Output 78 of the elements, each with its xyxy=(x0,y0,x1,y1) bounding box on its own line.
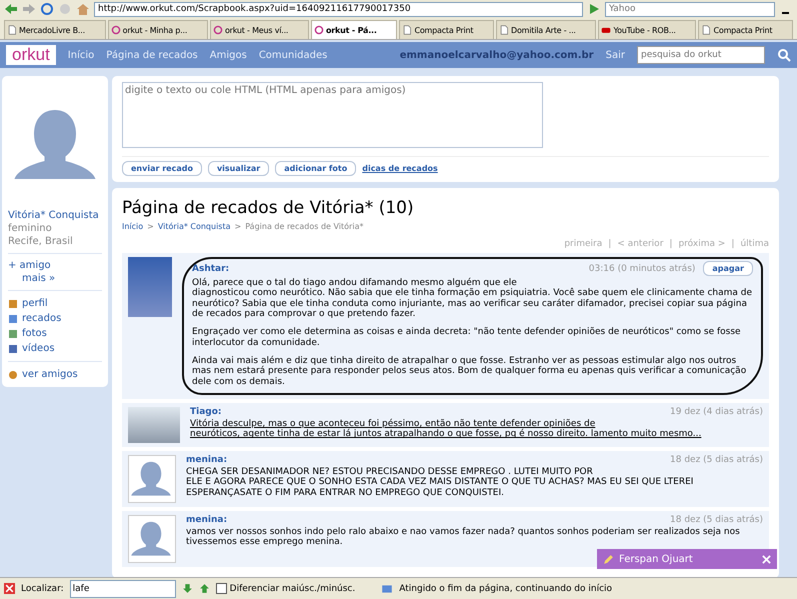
browser-tab[interactable]: orkut - Pá... xyxy=(311,20,398,39)
friends-link[interactable]: ver amigos xyxy=(22,369,78,380)
find-field[interactable]: lafe xyxy=(70,580,176,598)
page-icon xyxy=(7,25,17,35)
menu-link[interactable]: recados xyxy=(22,313,62,324)
message-text: Vitória desculpe, mas o que aconteceu foi péssimo, então não tente defender opiniões de neuróticos, agente tinha de estar lá juntos atrapalhando o que fosse, pq é nosso direito. lamento muito mesmo... xyxy=(190,419,702,440)
orkut-logo[interactable]: orkut xyxy=(6,45,56,65)
tips-link[interactable]: dicas de recados xyxy=(362,164,438,173)
breadcrumb-item[interactable]: Vitória* Conquista xyxy=(158,222,231,231)
pagination-separator: | xyxy=(608,239,612,249)
timestamp: 03:16 (0 minutos atrás) xyxy=(588,264,696,274)
close-icon[interactable] xyxy=(4,583,15,594)
ring-icon xyxy=(314,25,324,35)
forward-icon[interactable] xyxy=(22,2,36,16)
address-bar[interactable]: http://www.orkut.com/Scrapbook.aspx?uid=16409211617790017350 xyxy=(94,2,583,16)
pencil-icon xyxy=(603,554,614,564)
match-case-label[interactable]: Diferenciar maiúsc./minúsc. xyxy=(230,584,356,594)
composer-button[interactable]: visualizar xyxy=(208,161,270,176)
pagination-separator: | xyxy=(669,239,672,249)
author-link[interactable]: Ashtar: xyxy=(192,264,230,274)
browser-tab[interactable]: Compacta Print xyxy=(698,20,794,39)
avatar-picture xyxy=(128,257,172,317)
composer-button[interactable]: enviar recado xyxy=(122,161,202,176)
search-icon[interactable] xyxy=(777,48,791,62)
breadcrumb-item[interactable]: Início xyxy=(122,222,144,231)
home-icon[interactable] xyxy=(76,2,90,16)
profile-name[interactable]: Vitória* Conquista xyxy=(8,210,102,221)
avatar-picture xyxy=(128,407,180,444)
author-link[interactable]: menina: xyxy=(186,515,228,526)
author-link[interactable]: Tiago: xyxy=(190,407,222,418)
timestamp: 19 dez (4 dias atrás) xyxy=(670,407,763,418)
pagination-separator: | xyxy=(731,239,734,249)
ring-icon xyxy=(110,25,121,35)
browser-tab[interactable]: YouTube - ROB... xyxy=(598,20,696,39)
back-icon[interactable] xyxy=(4,2,18,16)
browser-tab[interactable]: orkut - Minha p... xyxy=(108,20,208,39)
ring-icon xyxy=(212,25,223,35)
menu-link[interactable]: vídeos xyxy=(22,343,55,354)
message-text: Olá, parece que o tal do tiago andou difamando mesmo alguém que ele diagnosticou como neurótico. Não sabia que ele tinha formação em psiquiatria. Você sabe quem ele clinicamente chama de neurótico? Sabia que ele tinha conduta como injuriante, mas ao verificar seu caráter difamador, precisei copiar sua página de recados para comprovar o que pretendo fazer. xyxy=(192,278,753,320)
message-text: Ainda vai mais além e diz que tinha direito de atrapalhar o que fosse. Estranho ver as pessoas estimular algo nos outros mas nem estará presente para responder pelos seus atos. Bom de qualquer forma eu apenas quis verificar a comunicação dele com os demais. xyxy=(192,356,748,388)
author-link[interactable]: menina: xyxy=(186,455,228,466)
more-link[interactable]: mais » xyxy=(8,273,102,284)
message-text: CHEGA SER DESANIMADOR NE? ESTOU PRECISANDO DESSE EMPREGO . LUTEI MUITO POR ELE E AGORA PARECE QUE O SONHO ESTA CADA VEZ MAIS DISTANTE O QUE TU ACHAS? MAS EU SEI QUE LTEREI ESPERANÇASATE O FIM PARA ENTRAR NO EMPREGO QUE CONQUISTEI. xyxy=(186,467,694,498)
delete-button[interactable]: apagar xyxy=(703,261,753,276)
go-icon[interactable] xyxy=(587,2,601,16)
menu-link[interactable]: fotos xyxy=(22,328,47,339)
page-icon xyxy=(402,25,412,35)
composer-button[interactable]: adicionar foto xyxy=(275,161,356,176)
breadcrumb-item: Página de recados de Vitória* xyxy=(245,222,364,231)
match-case-checkbox[interactable] xyxy=(216,583,227,594)
down-arrow-icon[interactable] xyxy=(182,583,193,594)
browser-tab[interactable]: MercadoLivre B... xyxy=(4,20,106,39)
menu-link[interactable]: perfil xyxy=(22,298,48,309)
search-field[interactable]: pesquisa do orkut xyxy=(637,46,765,64)
timestamp: 18 dez (5 dias atrás) xyxy=(670,455,763,466)
page-icon xyxy=(701,25,712,35)
find-label: Localizar: xyxy=(21,584,64,594)
tube-icon xyxy=(601,25,612,35)
add-friend-link[interactable]: + amigo xyxy=(8,260,102,271)
up-arrow-icon[interactable] xyxy=(198,583,210,594)
page-title: Página de recados de Vitória* (10) xyxy=(122,198,415,218)
profile-location: Recife, Brasil xyxy=(8,236,74,247)
chat-popup[interactable]: Ferspan Ojuart xyxy=(597,549,777,569)
user-email: emmanoelcarvalho@yahoo.com.br xyxy=(400,50,594,60)
browser-tab[interactable]: orkut - Meus ví... xyxy=(210,20,309,39)
message-text: vamos ver nossos sonhos indo pelo ralo abaixo e nao vamos fazer nada? quantos sonhos poderiam ser realizados seja nos tivessemos esse emprego menina. xyxy=(186,527,741,548)
timestamp: 18 dez (5 dias atrás) xyxy=(670,515,763,526)
profile-gender: feminino xyxy=(8,223,53,234)
message-text: Engraçado ver como ele determina as coisas e ainda decreta: "não tente defender opiniões de neuróticos" como se fosse interlocutor da comunidade. xyxy=(192,327,742,348)
page-icon xyxy=(499,25,510,35)
find-status: Atingido o fim da página, continuando do início xyxy=(399,584,612,594)
search-field[interactable]: Yahoo xyxy=(605,2,775,16)
browser-tab[interactable]: Compacta Print xyxy=(399,20,494,39)
close-icon[interactable] xyxy=(762,554,771,564)
breadcrumb-separator: > xyxy=(234,222,242,231)
scrap-input-field[interactable]: digite o texto ou cole HTML (HTML apenas para amigos) xyxy=(122,82,543,148)
browser-tab[interactable]: Domitila Arte - ... xyxy=(496,20,596,39)
breadcrumb-separator: > xyxy=(147,222,154,231)
